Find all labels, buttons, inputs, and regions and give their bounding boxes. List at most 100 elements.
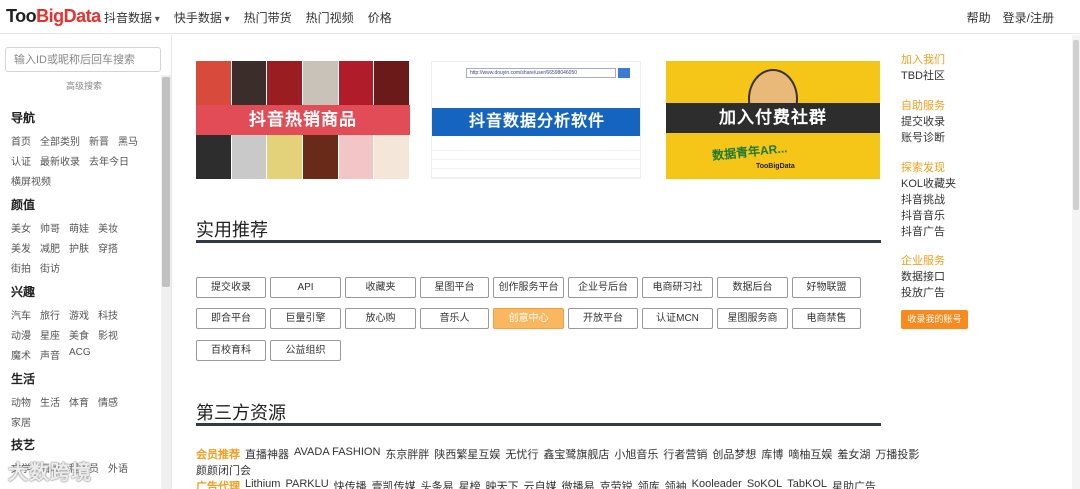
partner-link[interactable]: 星助广告 — [832, 478, 876, 489]
partner-link[interactable]: 鑫宝鹭旗舰店 — [543, 446, 609, 462]
sidebar-item[interactable]: 动物 — [11, 394, 31, 409]
sidebar-item[interactable]: 新晋 — [89, 133, 109, 148]
partner-link[interactable]: 库博 — [761, 446, 783, 462]
right-link[interactable]: 抖音挑战 — [901, 191, 945, 207]
sidebar-item[interactable]: 星座 — [40, 327, 60, 342]
partner-link[interactable]: 领袖 — [665, 478, 687, 489]
nav-kuaishou-data[interactable]: 快手数据 — [174, 9, 230, 26]
sidebar-item[interactable]: 全部类别 — [40, 133, 80, 148]
nav-hot-videos[interactable]: 热门视频 — [306, 9, 354, 26]
nav-hot-goods[interactable]: 热门带货 — [244, 9, 292, 26]
sidebar-scroll-thumb[interactable] — [162, 77, 170, 287]
sidebar-item[interactable]: 萌娃 — [69, 220, 89, 235]
link-button[interactable]: 即合平台 — [196, 308, 266, 329]
partner-link[interactable]: 映天下 — [486, 478, 519, 489]
sidebar-item[interactable]: 旅行 — [40, 307, 60, 322]
partner-link[interactable]: 万播投影 — [875, 446, 919, 462]
partner-link[interactable]: 创品梦想 — [712, 446, 756, 462]
link-button[interactable]: 数据后台 — [717, 277, 788, 298]
sidebar-item[interactable]: 首页 — [11, 133, 31, 148]
partner-link[interactable]: 颜颜闭门会 — [196, 462, 251, 478]
login-link[interactable]: 登录/注册 — [1003, 9, 1054, 26]
link-button-active[interactable]: 创意中心 — [493, 308, 564, 329]
sidebar-item[interactable]: 美女 — [11, 220, 31, 235]
link-button[interactable]: 电商禁售 — [792, 308, 861, 329]
link-button[interactable]: 音乐人 — [420, 308, 489, 329]
partner-link[interactable]: 嘀柚互娱 — [788, 446, 832, 462]
right-link[interactable]: KOL收藏夹 — [901, 175, 956, 191]
partner-link[interactable]: 羞女湖 — [837, 446, 870, 462]
sidebar-item[interactable]: 汽车 — [11, 307, 31, 322]
sidebar-item[interactable]: 科技 — [98, 307, 118, 322]
advanced-search-link[interactable]: 高级搜索 — [66, 79, 102, 92]
sidebar-item[interactable]: 街访 — [40, 260, 60, 275]
partner-link[interactable]: Kooleader — [692, 478, 742, 489]
sidebar-item[interactable]: 魔术 — [11, 347, 31, 362]
sidebar-item[interactable]: 黑马 — [118, 133, 138, 148]
partner-link[interactable]: 直播神器 — [245, 446, 289, 462]
sidebar-item[interactable]: 动漫 — [11, 327, 31, 342]
link-button[interactable]: 电商研习社 — [642, 277, 713, 298]
sidebar-item[interactable]: 家居 — [11, 414, 31, 429]
link-button[interactable]: 提交收录 — [196, 277, 266, 298]
sidebar-item[interactable]: 情感 — [98, 394, 118, 409]
partner-link[interactable]: 头条易 — [421, 478, 454, 489]
right-link[interactable]: 账号诊断 — [901, 129, 945, 145]
right-link[interactable]: 抖音音乐 — [901, 207, 945, 223]
link-button[interactable]: 星图服务商 — [717, 308, 788, 329]
sidebar-item[interactable]: ACG — [69, 347, 91, 362]
partner-link[interactable]: 东京胖胖 — [385, 446, 429, 462]
right-link[interactable]: 抖音广告 — [901, 223, 945, 239]
sidebar-item[interactable]: 最新收录 — [40, 153, 80, 168]
sidebar-item[interactable]: 认证 — [11, 153, 31, 168]
banner-paid-community[interactable]: 加入付费社群 数据青年AR... TooBigData — [666, 61, 880, 179]
site-logo[interactable]: TooBigData — [6, 6, 101, 27]
partner-link[interactable]: 星榜 — [459, 478, 481, 489]
link-button[interactable]: 公益组织 — [270, 340, 341, 361]
right-link[interactable]: TBD社区 — [901, 67, 945, 83]
submit-account-button[interactable]: 收录我的账号 — [901, 310, 968, 329]
help-link[interactable]: 帮助 — [967, 9, 991, 26]
nav-pricing[interactable]: 价格 — [368, 9, 392, 26]
partner-link[interactable]: 行者营销 — [663, 446, 707, 462]
banner-analytics-software[interactable]: http://www.douyin.com/share/user/6659804… — [431, 61, 641, 179]
sidebar-item[interactable]: 护肤 — [69, 240, 89, 255]
link-button[interactable]: 放心购 — [345, 308, 416, 329]
partner-link[interactable]: PARKLU — [285, 478, 328, 489]
sidebar-item[interactable]: 街拍 — [11, 260, 31, 275]
right-link[interactable]: 提交收录 — [901, 113, 945, 129]
sidebar-item[interactable]: 减肥 — [40, 240, 60, 255]
link-button[interactable]: 巨量引擎 — [270, 308, 341, 329]
sidebar-item[interactable]: 外语 — [108, 460, 128, 475]
sidebar-item[interactable]: 生活 — [40, 394, 60, 409]
search-input[interactable] — [5, 47, 161, 72]
sidebar-item[interactable]: 美食 — [69, 327, 89, 342]
link-button[interactable]: API — [270, 277, 341, 298]
sidebar-item[interactable]: 美发 — [11, 240, 31, 255]
link-button[interactable]: 企业号后台 — [568, 277, 638, 298]
partner-link[interactable]: 壹凯传媒 — [372, 478, 416, 489]
nav-douyin-data[interactable]: 抖音数据 — [104, 9, 160, 26]
sidebar-item[interactable]: 去年今日 — [89, 153, 129, 168]
partner-link[interactable]: 无忧行 — [505, 446, 538, 462]
partner-link[interactable]: SoKOL — [747, 478, 782, 489]
sidebar-item[interactable]: 体育 — [69, 394, 89, 409]
partner-link[interactable]: AVADA FASHION — [294, 446, 380, 462]
sidebar-item[interactable]: 美妆 — [98, 220, 118, 235]
partner-link[interactable]: 小旭音乐 — [614, 446, 658, 462]
partner-link[interactable]: 领库 — [638, 478, 660, 489]
sidebar-item[interactable]: 影视 — [98, 327, 118, 342]
partner-link[interactable]: Lithium — [245, 478, 280, 489]
partner-link[interactable]: TabKOL — [787, 478, 827, 489]
link-button[interactable]: 认证MCN — [642, 308, 713, 329]
link-button[interactable]: 星图平台 — [420, 277, 489, 298]
right-link[interactable]: 数据接口 — [901, 268, 945, 284]
link-button[interactable]: 收藏夹 — [345, 277, 416, 298]
link-button[interactable]: 创作服务平台 — [493, 277, 564, 298]
sidebar-item[interactable]: 横屏视频 — [11, 173, 51, 188]
sidebar-item[interactable]: 游戏 — [69, 307, 89, 322]
link-button[interactable]: 开放平台 — [568, 308, 638, 329]
sidebar-item[interactable]: 声音 — [40, 347, 60, 362]
partner-link[interactable]: 微播易 — [562, 478, 595, 489]
partner-link[interactable]: 快传播 — [334, 478, 367, 489]
